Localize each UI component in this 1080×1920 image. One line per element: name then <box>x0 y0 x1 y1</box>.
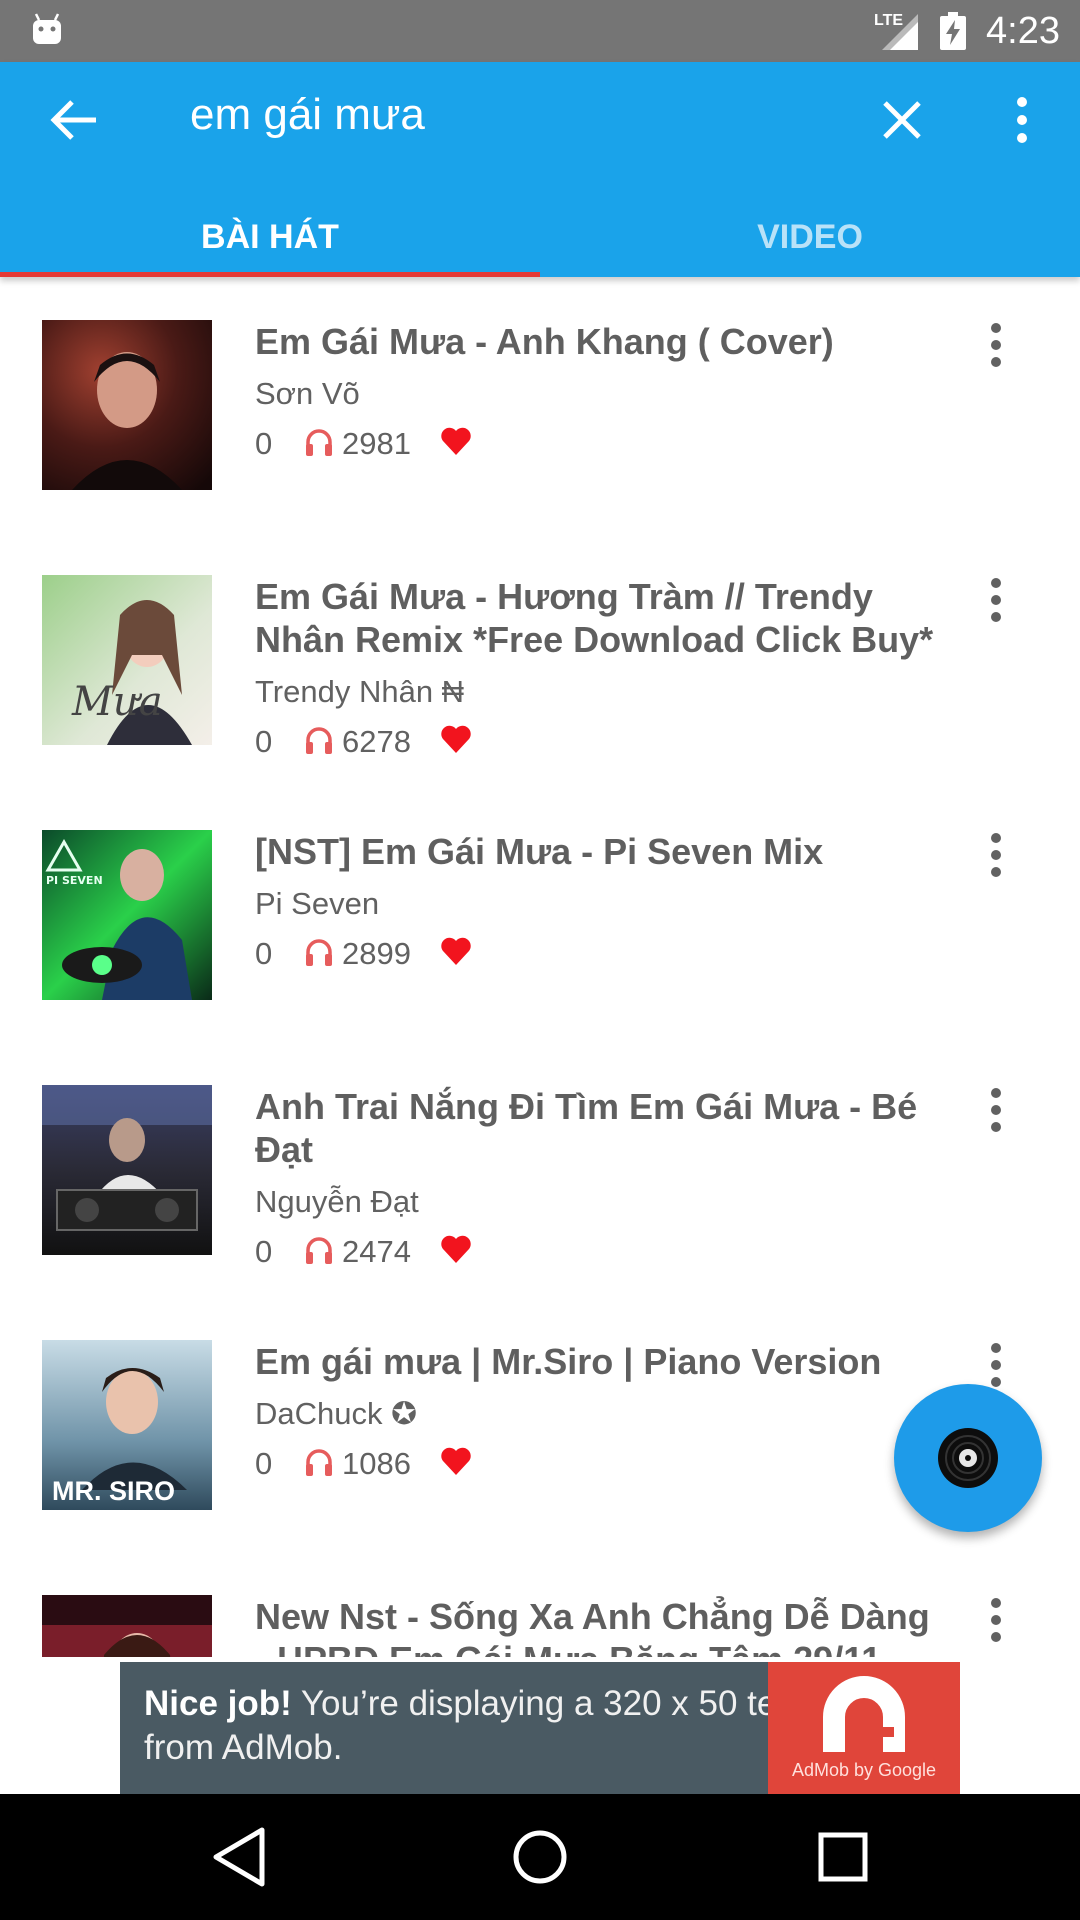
song-artist: Trendy Nhân ₦ <box>255 674 465 709</box>
clock: 4:23 <box>986 10 1060 52</box>
nav-back-icon[interactable] <box>204 1824 274 1890</box>
nav-recents-icon[interactable] <box>808 1824 878 1890</box>
headphones-icon <box>306 429 332 456</box>
song-title[interactable]: Em Gái Mưa - Hương Tràm // Trendy Nhân R… <box>255 575 945 661</box>
song-artist: Pi Seven <box>255 886 380 921</box>
song-artist: DaChuck ✪ <box>255 1396 418 1431</box>
song-count: 0 <box>255 426 273 461</box>
song-count: 0 <box>255 936 273 971</box>
song-count: 0 <box>255 1234 273 1269</box>
more-vert-icon[interactable] <box>975 830 1017 880</box>
song-title[interactable]: [NST] Em Gái Mưa - Pi Seven Mix <box>255 830 945 873</box>
song-thumbnail: Mưa <box>42 575 212 745</box>
back-arrow-icon[interactable] <box>40 90 110 150</box>
battery-charging-icon <box>940 12 966 50</box>
tab-songs[interactable]: BÀI HÁT <box>0 202 540 277</box>
song-thumbnail: PI SEVEN <box>42 830 212 1000</box>
song-artist: Sơn Võ <box>255 376 360 411</box>
headphones-icon <box>306 939 332 966</box>
song-artist: Nguyễn Đạt <box>255 1184 419 1219</box>
ad-banner[interactable]: Nice job! You’re displaying a 320 x 50 t… <box>120 1662 960 1794</box>
more-vert-icon[interactable] <box>975 320 1017 370</box>
heart-icon[interactable] <box>440 936 472 966</box>
app-bar: em gái mưa BÀI HÁT VIDEO <box>0 62 1080 277</box>
song-listens: 2899 <box>342 936 411 971</box>
tab-video[interactable]: VIDEO <box>540 202 1080 277</box>
song-thumbnail: MR. SIRO <box>42 1340 212 1510</box>
status-bar: LTE 4:23 <box>0 0 1080 62</box>
vinyl-disc-icon <box>938 1428 998 1488</box>
svg-text:MR. SIRO: MR. SIRO <box>52 1476 175 1506</box>
close-icon[interactable] <box>872 90 932 150</box>
headphones-icon <box>306 1237 332 1264</box>
list-item[interactable]: Anh Trai Nắng Đi Tìm Em Gái Mưa - Bé Đạt… <box>0 1085 1080 1305</box>
search-query-text[interactable]: em gái mưa <box>190 90 425 140</box>
song-listens: 2981 <box>342 426 411 461</box>
heart-icon[interactable] <box>440 1446 472 1476</box>
admob-logo-icon <box>823 1676 905 1752</box>
android-notification-icon <box>33 13 61 44</box>
more-vert-icon[interactable] <box>975 575 1017 625</box>
list-item[interactable]: Mưa Em Gái Mưa - Hương Tràm // Trendy Nh… <box>0 575 1080 795</box>
more-vert-icon[interactable] <box>1000 90 1044 150</box>
ad-brand: AdMob by Google <box>791 1760 937 1780</box>
song-count: 0 <box>255 724 273 759</box>
heart-icon[interactable] <box>440 1234 472 1264</box>
song-listens: 6278 <box>342 724 411 759</box>
heart-icon[interactable] <box>440 724 472 754</box>
list-item[interactable]: New Nst - Sống Xa Anh Chẳng Dễ Dàng - HP… <box>0 1595 1080 1657</box>
more-vert-icon[interactable] <box>975 1085 1017 1135</box>
more-vert-icon[interactable] <box>975 1595 1017 1645</box>
svg-text:Mưa: Mưa <box>71 679 163 725</box>
ad-headline: Nice job! <box>144 1684 292 1723</box>
list-item[interactable]: PI SEVEN [NST] Em Gái Mưa - Pi Seven Mix… <box>0 830 1080 1050</box>
svg-text:PI SEVEN: PI SEVEN <box>46 874 103 887</box>
song-thumbnail <box>42 1085 212 1255</box>
song-listens: 1086 <box>342 1446 411 1481</box>
heart-icon[interactable] <box>440 426 472 456</box>
now-playing-fab[interactable] <box>894 1384 1042 1532</box>
song-listens: 2474 <box>342 1234 411 1269</box>
song-title[interactable]: Em gái mưa | Mr.Siro | Piano Version <box>255 1340 945 1383</box>
admob-logo: AdMob by Google <box>768 1662 960 1794</box>
song-count: 0 <box>255 1446 273 1481</box>
song-title[interactable]: Em Gái Mưa - Anh Khang ( Cover) <box>255 320 945 363</box>
song-title[interactable]: Anh Trai Nắng Đi Tìm Em Gái Mưa - Bé Đạt <box>255 1085 945 1171</box>
headphones-icon <box>306 727 332 754</box>
list-item[interactable]: Em Gái Mưa - Anh Khang ( Cover) Sơn Võ 0… <box>0 320 1080 540</box>
navigation-bar <box>0 1794 1080 1920</box>
more-vert-icon[interactable] <box>975 1340 1017 1390</box>
song-thumbnail <box>42 320 212 490</box>
signal-icon <box>882 14 918 50</box>
headphones-icon <box>306 1449 332 1476</box>
song-title[interactable]: New Nst - Sống Xa Anh Chẳng Dễ Dàng - HP… <box>255 1595 945 1657</box>
nav-home-icon[interactable] <box>505 1824 575 1890</box>
song-thumbnail <box>42 1595 212 1657</box>
